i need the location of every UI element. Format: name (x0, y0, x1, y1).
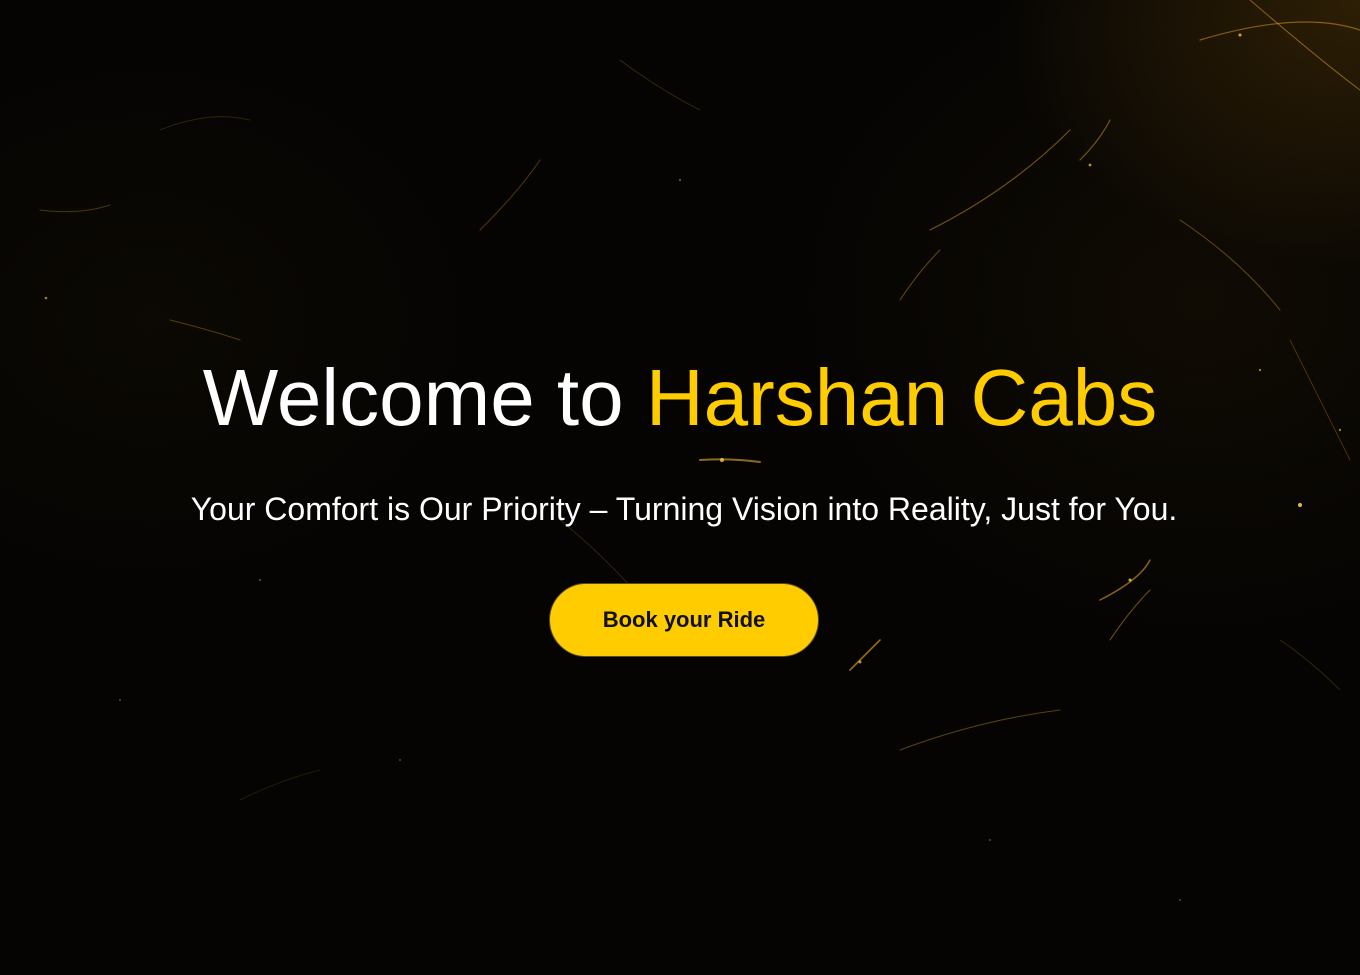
hero-tagline: Your Comfort is Our Priority – Turning V… (190, 491, 1178, 527)
hero-title: Welcome to Harshan Cabs (0, 352, 1360, 444)
hero-title-brand: Harshan Cabs (645, 353, 1158, 442)
hero-section: Welcome to Harshan Cabs Your Comfort is … (0, 0, 1360, 975)
hero-title-prefix: Welcome to (202, 353, 646, 442)
background-sparkles-image (39, 0, 1360, 901)
book-ride-button[interactable]: Book your Ride (549, 583, 819, 657)
